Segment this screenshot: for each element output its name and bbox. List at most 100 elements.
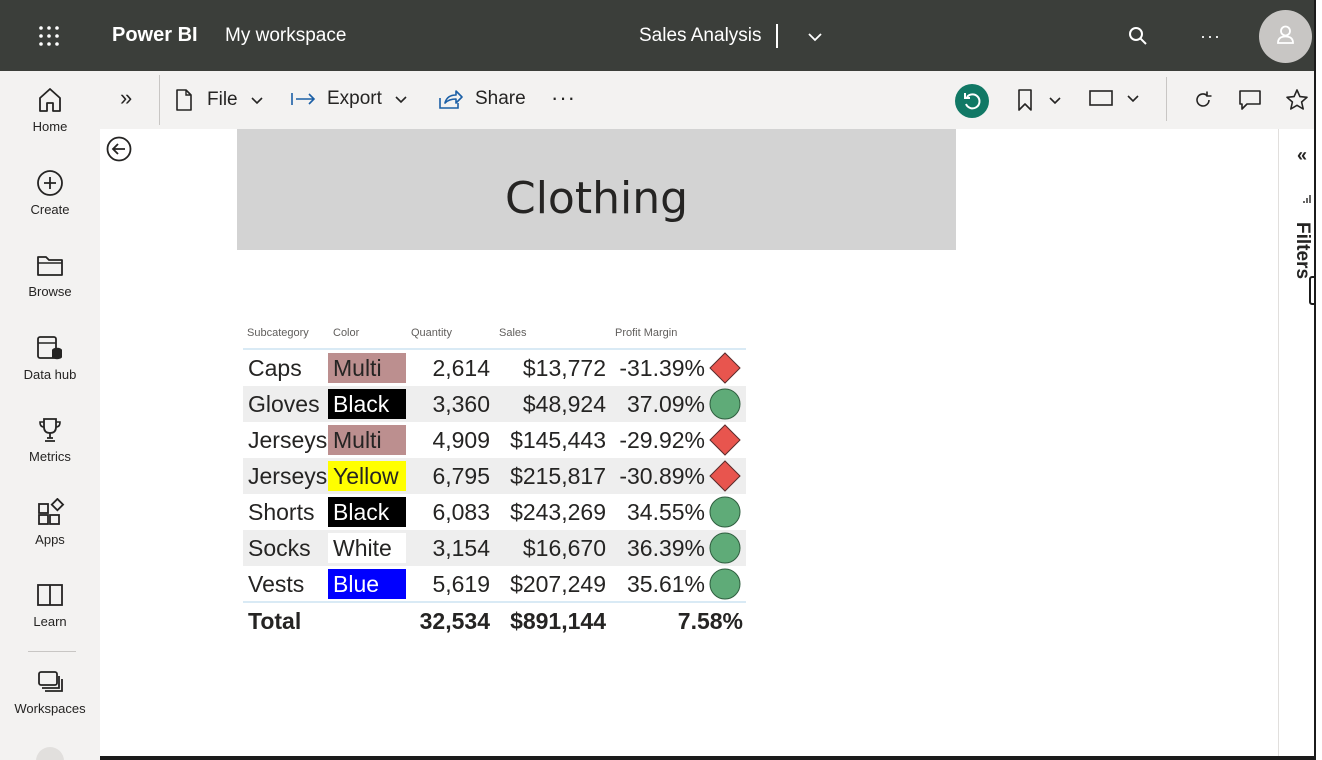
more-options-icon[interactable]: ··· xyxy=(1200,26,1221,47)
document-icon xyxy=(176,89,192,111)
nav-item-metrics[interactable]: Metrics xyxy=(0,415,100,464)
view-icon xyxy=(1089,90,1113,106)
expand-nav-button[interactable]: » xyxy=(120,85,132,111)
chevron-down-icon xyxy=(251,97,263,105)
cell-sales: $13,772 xyxy=(522,355,606,381)
nav-label-workspaces: Workspaces xyxy=(14,701,86,716)
cell-subcategory: Caps xyxy=(248,355,302,381)
nav-label-browse: Browse xyxy=(28,284,72,299)
top-header-bar: Power BI My workspace Sales Analysis ··· xyxy=(0,0,1314,71)
column-header-sales[interactable]: Sales xyxy=(499,327,527,339)
export-menu-label: Export xyxy=(327,88,382,109)
nav-item-create[interactable]: Create xyxy=(0,168,100,217)
share-button[interactable]: Share xyxy=(438,88,526,110)
cell-profit-margin: 35.61% xyxy=(626,571,705,597)
trophy-icon xyxy=(39,418,61,442)
window-right-edge xyxy=(1314,0,1322,760)
nav-item-apps[interactable]: Apps xyxy=(0,498,100,547)
chevron-down-icon[interactable] xyxy=(806,28,824,46)
collapse-filters-button[interactable]: « xyxy=(1297,145,1307,166)
avatar-icon xyxy=(1277,25,1294,44)
table-row[interactable]: Jerseys Yellow 6,795 $215,817 -30.89% xyxy=(243,458,746,494)
cell-color: White xyxy=(328,533,406,563)
refresh-icon[interactable] xyxy=(1192,89,1214,111)
book-icon xyxy=(37,584,63,606)
table-row[interactable]: Shorts Black 6,083 $243,269 34.55% xyxy=(243,494,746,530)
red-diamond-icon xyxy=(709,460,741,492)
bookmark-icon xyxy=(1018,89,1032,111)
nav-divider xyxy=(28,651,76,652)
chevron-down-icon xyxy=(1127,95,1139,103)
cell-sales: $243,269 xyxy=(510,499,606,525)
cell-subcategory: Shorts xyxy=(248,499,315,525)
export-menu-button[interactable]: Export xyxy=(290,88,408,110)
data-hub-icon xyxy=(37,336,62,360)
report-title[interactable]: Sales Analysis xyxy=(639,25,762,47)
nav-label-data-hub: Data hub xyxy=(23,367,77,382)
red-diamond-icon xyxy=(709,352,741,384)
comment-icon[interactable] xyxy=(1238,89,1262,111)
cell-quantity: 3,360 xyxy=(432,391,490,417)
cell-quantity: 2,614 xyxy=(432,355,490,381)
cell-color: Black xyxy=(328,497,406,527)
table-row[interactable]: Vests Blue 5,619 $207,249 35.61% xyxy=(243,566,746,602)
waffle-icon[interactable] xyxy=(38,25,60,47)
brand-name[interactable]: Power BI xyxy=(112,24,198,47)
nav-item-learn[interactable]: Learn xyxy=(0,580,100,629)
bookmark-menu-button[interactable] xyxy=(1016,88,1062,112)
nav-label-create: Create xyxy=(30,202,70,217)
cell-profit-margin: 37.09% xyxy=(626,391,705,417)
table-row[interactable]: Socks White 3,154 $16,670 36.39% xyxy=(243,530,746,566)
file-menu-button[interactable]: File xyxy=(174,88,264,112)
column-header-color[interactable]: Color xyxy=(333,327,359,339)
title-separator xyxy=(776,24,778,48)
cell-quantity: 4,909 xyxy=(432,427,490,453)
share-label: Share xyxy=(475,88,526,109)
nav-label-home: Home xyxy=(32,119,68,134)
toolbar-more-options[interactable]: ··· xyxy=(551,85,576,111)
back-arrow-icon[interactable] xyxy=(106,136,132,162)
avatar[interactable] xyxy=(1259,10,1312,63)
toolbar-separator xyxy=(159,75,160,125)
green-circle-icon xyxy=(709,532,741,564)
nav-more-item[interactable] xyxy=(36,747,64,760)
cell-color: Black xyxy=(328,389,406,419)
toolbar-separator xyxy=(1166,77,1167,121)
chevron-down-icon xyxy=(395,96,407,104)
cell-sales: $48,924 xyxy=(522,391,606,417)
cell-profit-margin: 36.39% xyxy=(626,535,705,561)
browse-icon xyxy=(37,256,63,276)
green-circle-icon xyxy=(709,388,741,420)
nav-item-browse[interactable]: Browse xyxy=(0,250,100,299)
filters-pane-label[interactable]: Filters xyxy=(1291,222,1313,279)
cell-subcategory: Vests xyxy=(248,571,305,597)
nav-item-data-hub[interactable]: Data hub xyxy=(0,333,100,382)
total-sales: $891,144 xyxy=(510,608,606,634)
nav-item-workspaces[interactable]: Workspaces xyxy=(0,667,100,716)
banner-title: Clothing xyxy=(504,173,689,224)
cell-sales: $145,443 xyxy=(510,427,606,453)
table-row[interactable]: Gloves Black 3,360 $48,924 37.09% xyxy=(243,386,746,422)
nav-item-home[interactable]: Home xyxy=(0,85,100,134)
table-row[interactable]: Jerseys Multi 4,909 $145,443 -29.92% xyxy=(243,422,746,458)
cell-sales: $207,249 xyxy=(510,571,606,597)
undo-button[interactable] xyxy=(955,84,989,118)
search-icon[interactable] xyxy=(1127,25,1149,47)
home-icon xyxy=(39,88,61,112)
column-header-profit-margin[interactable]: Profit Margin xyxy=(615,327,677,339)
cell-quantity: 3,154 xyxy=(432,535,490,561)
file-menu-label: File xyxy=(207,89,238,110)
column-header-quantity[interactable]: Quantity xyxy=(411,327,452,339)
nav-label-metrics: Metrics xyxy=(29,449,71,464)
total-label: Total xyxy=(248,608,302,634)
green-circle-icon xyxy=(709,496,741,528)
favorite-icon[interactable] xyxy=(1285,88,1309,112)
column-header-subcategory[interactable]: Subcategory xyxy=(247,327,309,339)
cell-color: Yellow xyxy=(328,461,406,491)
view-menu-button[interactable] xyxy=(1088,88,1140,108)
workspace-link[interactable]: My workspace xyxy=(225,25,346,47)
cell-sales: $215,817 xyxy=(510,463,606,489)
cell-sales: $16,670 xyxy=(522,535,606,561)
table-row[interactable]: Caps Multi 2,614 $13,772 -31.39% xyxy=(243,350,746,386)
cell-color: Blue xyxy=(328,569,406,599)
